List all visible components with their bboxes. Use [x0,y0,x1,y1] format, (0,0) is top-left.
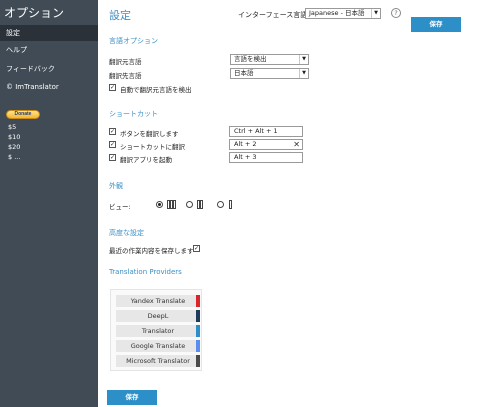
view-radio-medium[interactable] [186,201,193,208]
provider-name: Yandex Translate [130,297,186,305]
provider-color-tag [196,355,200,367]
provider-microsoft[interactable]: Microsoft Translator [116,355,200,367]
app-title: オプション [4,6,65,20]
interface-language-select[interactable]: Japanese - 日本語 ▼ [305,8,381,19]
view-narrow-icon [229,200,232,209]
shortcut-translate-button-input[interactable]: Ctrl + Alt + 1 [229,126,303,137]
provider-name: Translator [141,327,175,335]
provider-deepl[interactable]: DeepL [116,310,200,322]
donate-amount-5[interactable]: $5 [8,123,16,131]
save-button-bottom[interactable]: 保存 [107,390,157,405]
target-language-value: 日本語 [234,69,254,77]
sidebar-item-help[interactable]: ヘルプ [0,42,98,58]
donate-amount-20[interactable]: $20 [8,143,20,151]
shortcut-launch-checkbox[interactable]: ✓ [109,154,116,161]
shortcut-translate-button-value: Ctrl + Alt + 1 [234,127,278,135]
view-medium-icon [197,200,203,209]
provider-color-tag [196,310,200,322]
close-icon[interactable]: ✕ [293,140,300,149]
donate-button[interactable]: Donate [6,110,40,119]
shortcut-inline-value: Alt + 2 [234,140,257,148]
providers-title: Translation Providers [109,268,182,276]
shortcut-launch-value: Alt + 3 [234,153,257,161]
shortcut-inline-input[interactable]: Alt + 2 ✕ [229,139,303,150]
language-options-title: 言語オプション [109,37,158,45]
target-language-label: 翻訳先言語 [109,72,142,80]
provider-name: DeepL [147,312,169,320]
provider-google[interactable]: Google Translate [116,340,200,352]
view-radio-narrow[interactable] [217,201,224,208]
save-button-top[interactable]: 保存 [411,17,461,32]
shortcut-inline-label: ショートカットに翻訳 [120,143,185,151]
auto-detect-label: 自動で翻訳元言語を検出 [120,86,192,94]
auto-detect-checkbox[interactable]: ✓ [109,84,116,91]
provider-name: Google Translate [130,342,186,350]
sidebar-item-settings[interactable]: 設定 [0,25,98,41]
shortcuts-title: ショートカット [109,110,158,118]
view-label: ビュー: [109,203,131,211]
sidebar-item-feedback[interactable]: フィードバック [0,61,98,77]
shortcut-launch-label: 翻訳アプリを起動 [120,156,172,164]
chevron-down-icon: ▼ [299,55,308,64]
source-language-value: 言語を検出 [234,55,267,63]
provider-yandex[interactable]: Yandex Translate [116,295,200,307]
providers-list: Yandex Translate DeepL Translator Google… [110,289,202,371]
provider-color-tag [196,325,200,337]
sidebar-item-copyright[interactable]: © ImTranslator [0,79,98,95]
interface-language-value: Japanese - 日本語 [309,9,365,17]
provider-color-tag [196,340,200,352]
source-language-label: 翻訳元言語 [109,58,142,66]
view-radio-wide[interactable] [156,201,163,208]
provider-color-tag [196,295,200,307]
save-recent-label: 最近の作業内容を保存します [109,247,194,255]
shortcut-translate-button-checkbox[interactable]: ✓ [109,128,116,135]
donate-amount-custom[interactable]: $ ... [8,153,20,161]
chevron-down-icon: ▼ [371,9,380,18]
source-language-select[interactable]: 言語を検出 ▼ [230,54,309,65]
shortcut-launch-input[interactable]: Alt + 3 [229,152,303,163]
interface-language-label: インターフェース言語 [238,11,308,19]
target-language-select[interactable]: 日本語 ▼ [230,68,309,79]
advanced-title: 高度な設定 [109,229,144,237]
sidebar: オプション 設定 ヘルプ フィードバック © ImTranslator Dona… [0,0,98,407]
view-wide-icon [167,200,176,209]
chevron-down-icon: ▼ [299,69,308,78]
provider-name: Microsoft Translator [126,357,190,365]
settings-panel: 設定 インターフェース言語 Japanese - 日本語 ▼ ? 保存 言語オプ… [98,0,480,407]
provider-translator[interactable]: Translator [116,325,200,337]
shortcut-translate-button-label: ボタンを翻訳します [120,130,179,138]
appearance-title: 外観 [109,182,123,190]
page-title: 設定 [109,9,131,22]
shortcut-inline-checkbox[interactable]: ✓ [109,141,116,148]
save-recent-checkbox[interactable]: ✓ [193,245,200,252]
donate-amount-10[interactable]: $10 [8,133,20,141]
help-icon[interactable]: ? [391,8,401,18]
